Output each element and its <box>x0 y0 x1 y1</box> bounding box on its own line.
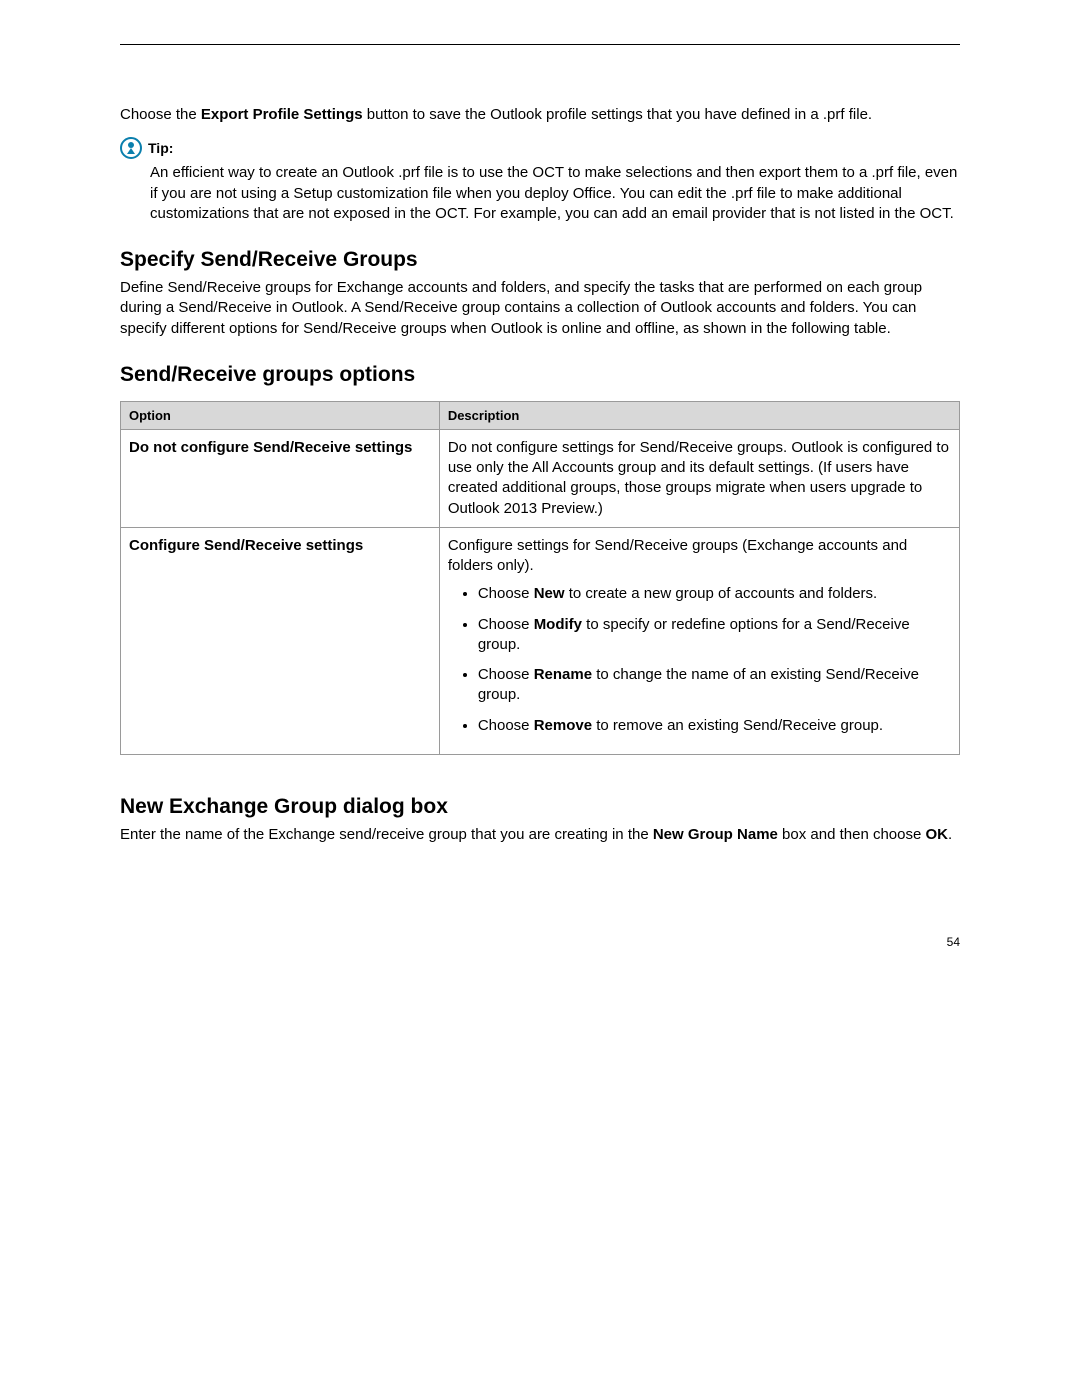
list-item: Choose Modify to specify or redefine opt… <box>478 615 951 656</box>
text: Choose <box>478 717 534 734</box>
text: to remove an existing Send/Receive group… <box>592 717 883 734</box>
list-item: Choose Remove to remove an existing Send… <box>478 716 951 736</box>
bullet-list: Choose New to create a new group of acco… <box>448 584 951 736</box>
lead-text: Configure settings for Send/Receive grou… <box>448 536 951 577</box>
new-bold: New <box>534 585 565 602</box>
tip-icon <box>120 137 142 159</box>
description-cell: Do not configure settings for Send/Recei… <box>439 429 959 527</box>
text: Choose <box>478 666 534 683</box>
table-row: Configure Send/Receive settings Configur… <box>121 527 960 754</box>
intro-paragraph: Choose the Export Profile Settings butto… <box>120 105 960 125</box>
section3-paragraph: Enter the name of the Exchange send/rece… <box>120 825 960 845</box>
text: button to save the Outlook profile setti… <box>363 106 872 123</box>
text: Choose <box>478 585 534 602</box>
list-item: Choose Rename to change the name of an e… <box>478 665 951 706</box>
heading-send-receive-groups-options: Send/Receive groups options <box>120 363 960 387</box>
options-table: Option Description Do not configure Send… <box>120 401 960 755</box>
header-description: Description <box>439 401 959 429</box>
new-group-name-bold: New Group Name <box>653 826 778 843</box>
document-page: Choose the Export Profile Settings butto… <box>0 0 1080 999</box>
remove-bold: Remove <box>534 717 592 734</box>
option-cell: Configure Send/Receive settings <box>121 527 440 754</box>
section1-body: Define Send/Receive groups for Exchange … <box>120 278 960 339</box>
description-cell: Configure settings for Send/Receive grou… <box>439 527 959 754</box>
page-number: 54 <box>120 935 960 949</box>
tip-header: Tip: <box>120 137 960 159</box>
ok-bold: OK <box>926 826 949 843</box>
option-cell: Do not configure Send/Receive settings <box>121 429 440 527</box>
text: Choose <box>478 616 534 633</box>
tip-body: An efficient way to create an Outlook .p… <box>150 163 960 224</box>
list-item: Choose New to create a new group of acco… <box>478 584 951 604</box>
header-option: Option <box>121 401 440 429</box>
heading-specify-send-receive-groups: Specify Send/Receive Groups <box>120 248 960 272</box>
text: to create a new group of accounts and fo… <box>565 585 878 602</box>
modify-bold: Modify <box>534 616 582 633</box>
text: . <box>948 826 952 843</box>
table-header-row: Option Description <box>121 401 960 429</box>
heading-new-exchange-group-dialog: New Exchange Group dialog box <box>120 795 960 819</box>
export-profile-settings-bold: Export Profile Settings <box>201 106 363 123</box>
text: Enter the name of the Exchange send/rece… <box>120 826 653 843</box>
top-divider <box>120 44 960 45</box>
text: box and then choose <box>778 826 926 843</box>
tip-block: Tip: An efficient way to create an Outlo… <box>120 137 960 224</box>
rename-bold: Rename <box>534 666 592 683</box>
text: Choose the <box>120 106 201 123</box>
tip-label: Tip: <box>148 140 173 156</box>
table-row: Do not configure Send/Receive settings D… <box>121 429 960 527</box>
